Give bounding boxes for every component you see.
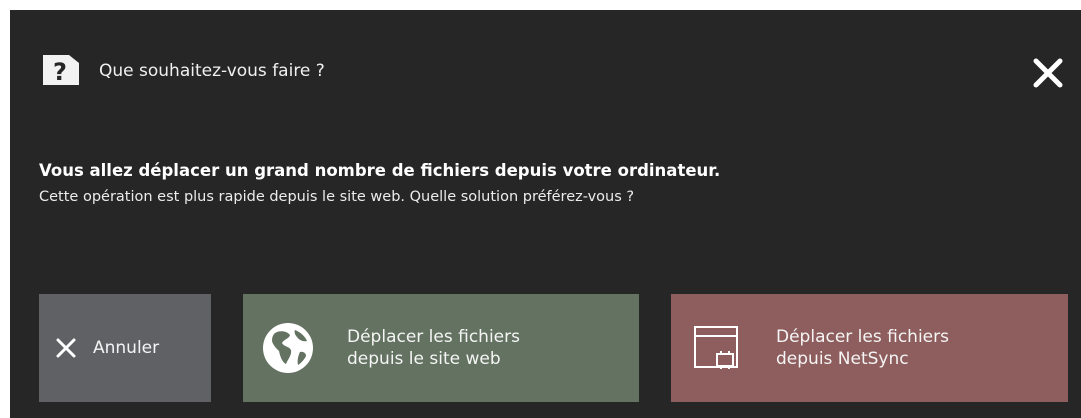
move-via-netsync-button[interactable]: Déplacer les fichiers depuis NetSync [671, 294, 1068, 402]
move-via-website-button[interactable]: Déplacer les fichiers depuis le site web [243, 294, 639, 402]
question-icon: ? [43, 55, 79, 86]
move-via-netsync-label-line2: depuis NetSync [776, 349, 909, 369]
dialog-message-heading: Vous allez déplacer un grand nombre de f… [39, 161, 721, 180]
app-window-icon [694, 326, 738, 369]
close-button[interactable] [1025, 50, 1071, 96]
cancel-button[interactable]: Annuler [39, 294, 211, 402]
close-icon [56, 338, 76, 358]
move-via-website-label-line1: Déplacer les fichiers [347, 327, 520, 347]
close-icon [1033, 58, 1063, 88]
move-via-website-label-line2: depuis le site web [347, 349, 501, 369]
cancel-button-label: Annuler [93, 338, 160, 358]
globe-icon [263, 323, 313, 373]
confirmation-dialog: ? Que souhaitez-vous faire ? Vous allez … [10, 10, 1081, 418]
move-via-netsync-label-line1: Déplacer les fichiers [776, 327, 949, 347]
svg-text:?: ? [53, 58, 67, 86]
dialog-message-detail: Cette opération est plus rapide depuis l… [39, 189, 635, 205]
dialog-title: Que souhaitez-vous faire ? [99, 61, 325, 81]
